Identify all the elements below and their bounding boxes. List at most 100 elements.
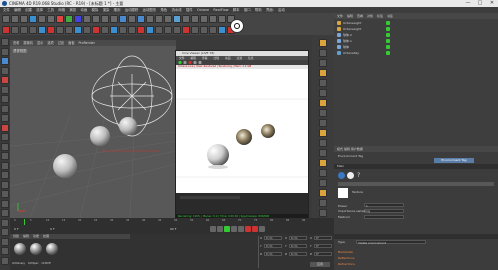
toolbar-tool-icon[interactable] xyxy=(101,15,109,23)
mode-tool-icon[interactable] xyxy=(1,237,9,246)
material-swatch[interactable] xyxy=(14,243,26,255)
side-tool-icon[interactable] xyxy=(319,69,327,77)
toolbar-tool-icon[interactable] xyxy=(119,15,127,23)
toolbar-tool-icon[interactable] xyxy=(92,15,100,23)
toolbar-tool-icon[interactable] xyxy=(29,26,37,34)
mode-tool-icon[interactable] xyxy=(1,123,9,132)
toolbar-tool-icon[interactable] xyxy=(128,26,136,34)
om-menu-bookmarks[interactable]: 书签 xyxy=(387,14,393,18)
toolbar-tool-icon[interactable] xyxy=(173,26,181,34)
backplate-label[interactable]: Backplate xyxy=(338,250,353,254)
mode-tool-icon[interactable] xyxy=(1,66,9,75)
playback-button-icon[interactable] xyxy=(238,226,244,232)
toolbar-tool-icon[interactable] xyxy=(200,15,208,23)
object-name[interactable]: OctaneSky xyxy=(343,51,359,55)
side-tool-icon[interactable] xyxy=(319,109,327,117)
mode-tool-icon[interactable] xyxy=(1,161,9,170)
toolbar-tool-icon[interactable] xyxy=(74,15,82,23)
toolbar-tool-icon[interactable] xyxy=(47,26,55,34)
playhead[interactable] xyxy=(24,219,25,225)
playback-button-icon[interactable] xyxy=(252,226,258,232)
toolbar-tool-icon[interactable] xyxy=(92,26,100,34)
render-stop-icon[interactable] xyxy=(188,60,192,65)
render-play-icon[interactable] xyxy=(178,60,182,65)
toolbar-tool-icon[interactable] xyxy=(29,15,37,23)
side-tool-icon[interactable] xyxy=(319,49,327,57)
mode-tool-icon[interactable] xyxy=(1,190,9,198)
toolbar-tool-icon[interactable] xyxy=(155,26,163,34)
toolbar-tool-icon[interactable] xyxy=(155,15,163,23)
mode-tool-icon[interactable] xyxy=(1,47,9,56)
sphere-object[interactable] xyxy=(119,117,137,135)
reflections-label[interactable]: Reflections xyxy=(338,256,355,260)
coord-field[interactable]: 0 cm xyxy=(289,252,307,256)
toolbar-tool-icon[interactable] xyxy=(128,15,136,23)
coord-field[interactable]: 0 cm xyxy=(264,252,282,256)
toolbar-tool-icon[interactable] xyxy=(137,26,145,34)
medium-field[interactable] xyxy=(364,215,404,219)
mat-menu-create[interactable]: 创建 xyxy=(13,234,19,238)
coord-field[interactable]: 0° xyxy=(314,252,332,256)
object-name[interactable]: OctaneLight xyxy=(343,27,361,31)
toolbar-tool-icon[interactable] xyxy=(137,15,145,23)
toolbar-tool-icon[interactable] xyxy=(209,15,217,23)
material-swatch[interactable] xyxy=(30,243,42,255)
side-tool-icon[interactable] xyxy=(319,139,327,147)
mode-tool-icon[interactable] xyxy=(1,114,9,122)
side-tool-icon[interactable] xyxy=(319,39,327,47)
coord-field[interactable]: 0 cm xyxy=(264,244,282,248)
octane-logo-icon[interactable] xyxy=(230,19,244,33)
toolbar-tool-icon[interactable] xyxy=(65,15,73,23)
mode-tool-icon[interactable] xyxy=(1,152,9,160)
current-frame[interactable]: 0 F xyxy=(50,227,55,231)
toolbar-tool-icon[interactable] xyxy=(182,26,190,34)
timeline-ruler[interactable]: 0 5 10 15 20 25 30 35 40 45 50 55 60 65 70 75 80 85 90 xyxy=(14,219,305,224)
visibility-check-icon[interactable] xyxy=(386,51,390,55)
toolbar-tool-icon[interactable] xyxy=(119,26,127,34)
toolbar-tool-icon[interactable] xyxy=(218,15,226,23)
render-restart-icon[interactable] xyxy=(193,60,197,65)
viewport-menu-panel[interactable]: 面板 xyxy=(68,41,74,45)
om-menu-edit[interactable]: 编辑 xyxy=(347,14,353,18)
visibility-check-icon[interactable] xyxy=(386,27,390,31)
visibility-check-icon[interactable] xyxy=(386,39,390,43)
mode-tool-icon[interactable] xyxy=(1,180,9,189)
toolbar-tool-icon[interactable] xyxy=(56,26,64,34)
live-viewer-window[interactable]: Cine Viewer (LIVE 78) 文件 编辑 查看 比较 动画 过滤 … xyxy=(175,50,309,219)
side-tool-icon[interactable] xyxy=(319,79,327,87)
toolbar-tool-icon[interactable] xyxy=(182,15,190,23)
toolbar-tool-icon[interactable] xyxy=(38,26,46,34)
mat-menu-edit[interactable]: 编辑 xyxy=(23,234,29,238)
sphere-object[interactable] xyxy=(53,154,77,178)
apply-button[interactable]: 应用 xyxy=(310,262,330,267)
object-name[interactable]: 球体 xyxy=(343,45,349,49)
side-tool-icon[interactable] xyxy=(319,169,327,177)
side-tool-icon[interactable] xyxy=(319,199,327,207)
toolbar-tool-icon[interactable] xyxy=(74,26,82,34)
mode-tool-icon[interactable] xyxy=(1,247,9,255)
viewport-menu-filter[interactable]: 过滤 xyxy=(58,41,64,45)
mode-tool-icon[interactable] xyxy=(1,104,9,113)
mat-menu-texture[interactable]: 纹理 xyxy=(43,234,49,238)
toolbar-tool-icon[interactable] xyxy=(146,15,154,23)
tab-environment-tag[interactable]: Environment Tag xyxy=(434,158,474,163)
mode-tool-icon[interactable] xyxy=(1,57,9,65)
toolbar-tool-icon[interactable] xyxy=(56,15,64,23)
help-icon[interactable]: ? xyxy=(357,172,360,179)
toolbar-tool-icon[interactable] xyxy=(2,15,10,23)
timeline[interactable]: 0 5 10 15 20 25 30 35 40 45 50 55 60 65 70 75 80 85 90 0 F… xyxy=(10,218,334,234)
mode-tool-icon[interactable] xyxy=(1,171,9,179)
type-dropdown[interactable]: Visible environment xyxy=(356,240,426,245)
object-row[interactable]: OctaneSky xyxy=(334,50,498,56)
toolbar-tool-icon[interactable] xyxy=(191,26,199,34)
texture-swatch[interactable] xyxy=(338,188,348,198)
section-main[interactable]: Main xyxy=(334,164,498,169)
coord-field[interactable]: 0° xyxy=(314,236,332,240)
side-tool-icon[interactable] xyxy=(319,59,327,67)
mode-tool-icon[interactable] xyxy=(1,142,9,151)
mode-tool-icon[interactable] xyxy=(1,228,9,236)
viewport-menu-display[interactable]: 显示 xyxy=(37,41,43,45)
material-name[interactable]: OctSpec xyxy=(28,262,39,265)
mat-menu-function[interactable]: 功能 xyxy=(33,234,39,238)
playback-button-icon[interactable] xyxy=(259,226,265,232)
